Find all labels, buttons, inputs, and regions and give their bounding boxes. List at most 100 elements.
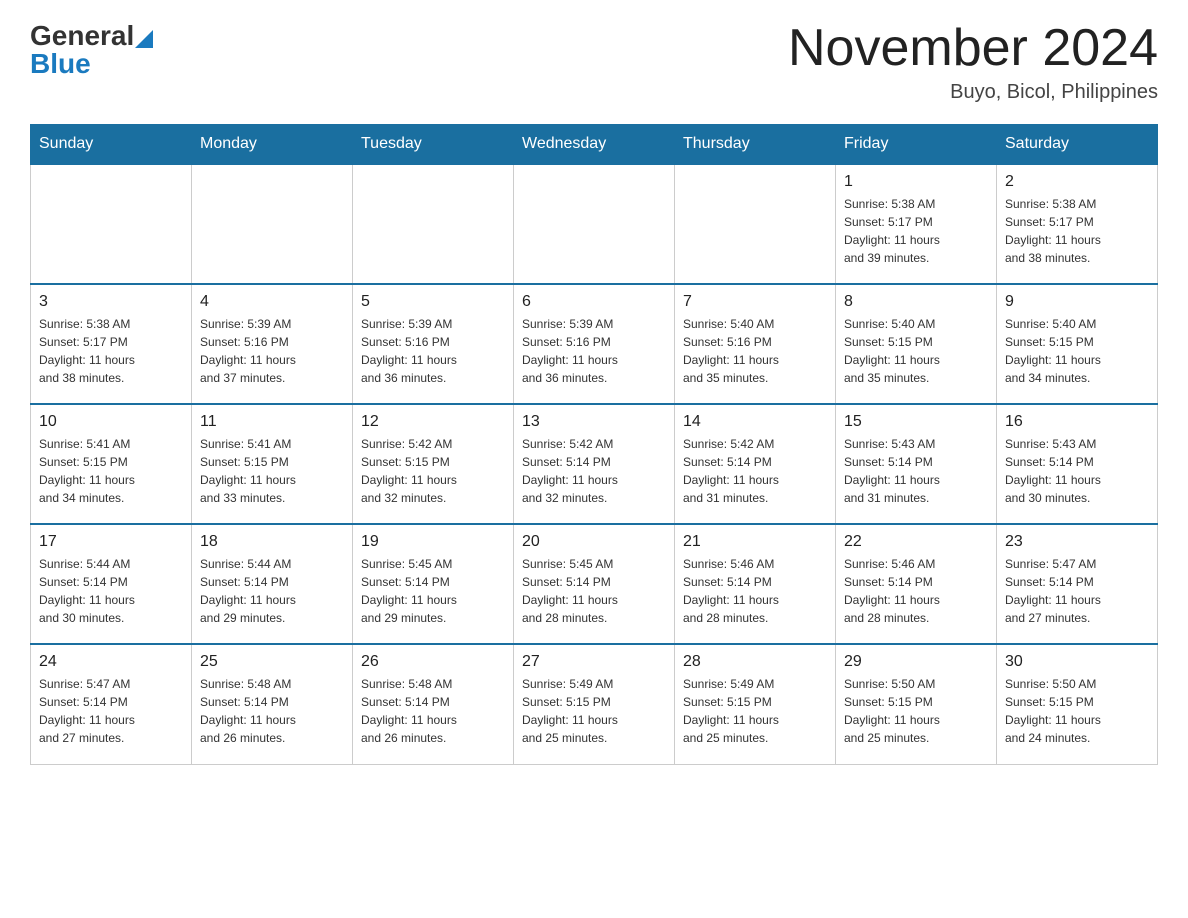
day-number: 14 <box>683 413 827 431</box>
day-number: 17 <box>39 533 183 551</box>
day-info: Sunrise: 5:48 AM Sunset: 5:14 PM Dayligh… <box>361 675 505 747</box>
day-info: Sunrise: 5:48 AM Sunset: 5:14 PM Dayligh… <box>200 675 344 747</box>
day-info: Sunrise: 5:43 AM Sunset: 5:14 PM Dayligh… <box>844 435 988 507</box>
calendar-day-cell: 23 Sunrise: 5:47 AM Sunset: 5:14 PM Dayli… <box>997 524 1158 644</box>
day-of-week-header: Saturday <box>997 125 1158 165</box>
calendar-day-cell: 8Sunrise: 5:40 AM Sunset: 5:15 PM Daylig… <box>836 284 997 404</box>
day-number: 19 <box>361 533 505 551</box>
day-info: Sunrise: 5:46 AM Sunset: 5:14 PM Dayligh… <box>683 555 827 627</box>
day-info: Sunrise: 5:43 AM Sunset: 5:14 PM Dayligh… <box>1005 435 1149 507</box>
calendar-day-cell: 6 Sunrise: 5:39 AM Sunset: 5:16 PM Daylig… <box>514 284 675 404</box>
day-number: 27 <box>522 653 666 671</box>
calendar-day-cell: 10Sunrise: 5:41 AM Sunset: 5:15 PM Dayli… <box>31 404 192 524</box>
calendar-day-cell: 13Sunrise: 5:42 AM Sunset: 5:14 PM Dayli… <box>514 404 675 524</box>
day-info: Sunrise: 5:45 AM Sunset: 5:14 PM Dayligh… <box>522 555 666 627</box>
calendar-week-row: 24 Sunrise: 5:47 AM Sunset: 5:14 PM Dayli… <box>31 644 1158 764</box>
calendar-week-row: 1 Sunrise: 5:38 AM Sunset: 5:17 PM Daylig… <box>31 164 1158 284</box>
day-info: Sunrise: 5:40 AM Sunset: 5:15 PM Dayligh… <box>1005 315 1149 387</box>
calendar-day-cell: 28 Sunrise: 5:49 AM Sunset: 5:15 PM Dayli… <box>675 644 836 764</box>
day-info: Sunrise: 5:44 AM Sunset: 5:14 PM Dayligh… <box>39 555 183 627</box>
day-number: 22 <box>844 533 988 551</box>
day-number: 23 <box>1005 533 1149 551</box>
day-number: 29 <box>844 653 988 671</box>
calendar-day-cell: 17 Sunrise: 5:44 AM Sunset: 5:14 PM Dayli… <box>31 524 192 644</box>
day-number: 7 <box>683 293 827 311</box>
calendar-day-cell: 25Sunrise: 5:48 AM Sunset: 5:14 PM Dayli… <box>192 644 353 764</box>
month-title: November 2024 <box>788 20 1158 77</box>
day-number: 15 <box>844 413 988 431</box>
calendar-day-cell: 29 Sunrise: 5:50 AM Sunset: 5:15 PM Dayli… <box>836 644 997 764</box>
calendar-day-cell: 20 Sunrise: 5:45 AM Sunset: 5:14 PM Dayli… <box>514 524 675 644</box>
day-number: 18 <box>200 533 344 551</box>
calendar-table: SundayMondayTuesdayWednesdayThursdayFrid… <box>30 124 1158 765</box>
calendar-day-cell: 18 Sunrise: 5:44 AM Sunset: 5:14 PM Dayli… <box>192 524 353 644</box>
day-number: 11 <box>200 413 344 431</box>
calendar-header-row: SundayMondayTuesdayWednesdayThursdayFrid… <box>31 125 1158 165</box>
day-info: Sunrise: 5:44 AM Sunset: 5:14 PM Dayligh… <box>200 555 344 627</box>
day-info: Sunrise: 5:47 AM Sunset: 5:14 PM Dayligh… <box>1005 555 1149 627</box>
day-number: 1 <box>844 173 988 191</box>
day-info: Sunrise: 5:50 AM Sunset: 5:15 PM Dayligh… <box>844 675 988 747</box>
calendar-day-cell: 19 Sunrise: 5:45 AM Sunset: 5:14 PM Dayli… <box>353 524 514 644</box>
calendar-day-cell <box>31 164 192 284</box>
day-number: 6 <box>522 293 666 311</box>
calendar-day-cell: 27 Sunrise: 5:49 AM Sunset: 5:15 PM Dayli… <box>514 644 675 764</box>
day-info: Sunrise: 5:40 AM Sunset: 5:16 PM Dayligh… <box>683 315 827 387</box>
location-subtitle: Buyo, Bicol, Philippines <box>788 81 1158 104</box>
calendar-day-cell: 24 Sunrise: 5:47 AM Sunset: 5:14 PM Dayli… <box>31 644 192 764</box>
calendar-day-cell: 11 Sunrise: 5:41 AM Sunset: 5:15 PM Dayli… <box>192 404 353 524</box>
calendar-week-row: 17 Sunrise: 5:44 AM Sunset: 5:14 PM Dayli… <box>31 524 1158 644</box>
day-number: 24 <box>39 653 183 671</box>
calendar-day-cell: 14 Sunrise: 5:42 AM Sunset: 5:14 PM Dayli… <box>675 404 836 524</box>
calendar-day-cell: 7 Sunrise: 5:40 AM Sunset: 5:16 PM Daylig… <box>675 284 836 404</box>
title-block: November 2024 Buyo, Bicol, Philippines <box>788 20 1158 104</box>
calendar-day-cell <box>514 164 675 284</box>
day-number: 21 <box>683 533 827 551</box>
day-number: 26 <box>361 653 505 671</box>
logo: General Blue <box>30 20 153 80</box>
logo-triangle-icon <box>135 30 153 48</box>
calendar-day-cell: 2Sunrise: 5:38 AM Sunset: 5:17 PM Daylig… <box>997 164 1158 284</box>
day-of-week-header: Wednesday <box>514 125 675 165</box>
calendar-day-cell: 22 Sunrise: 5:46 AM Sunset: 5:14 PM Dayli… <box>836 524 997 644</box>
calendar-day-cell <box>192 164 353 284</box>
day-of-week-header: Thursday <box>675 125 836 165</box>
day-info: Sunrise: 5:40 AM Sunset: 5:15 PM Dayligh… <box>844 315 988 387</box>
day-number: 12 <box>361 413 505 431</box>
day-info: Sunrise: 5:41 AM Sunset: 5:15 PM Dayligh… <box>200 435 344 507</box>
day-number: 3 <box>39 293 183 311</box>
day-number: 10 <box>39 413 183 431</box>
day-info: Sunrise: 5:39 AM Sunset: 5:16 PM Dayligh… <box>522 315 666 387</box>
day-info: Sunrise: 5:47 AM Sunset: 5:14 PM Dayligh… <box>39 675 183 747</box>
day-info: Sunrise: 5:50 AM Sunset: 5:15 PM Dayligh… <box>1005 675 1149 747</box>
calendar-day-cell: 9 Sunrise: 5:40 AM Sunset: 5:15 PM Daylig… <box>997 284 1158 404</box>
calendar-day-cell: 5Sunrise: 5:39 AM Sunset: 5:16 PM Daylig… <box>353 284 514 404</box>
day-info: Sunrise: 5:39 AM Sunset: 5:16 PM Dayligh… <box>361 315 505 387</box>
logo-blue-text: Blue <box>30 48 153 80</box>
calendar-day-cell <box>675 164 836 284</box>
day-number: 16 <box>1005 413 1149 431</box>
day-of-week-header: Friday <box>836 125 997 165</box>
day-number: 28 <box>683 653 827 671</box>
calendar-week-row: 3 Sunrise: 5:38 AM Sunset: 5:17 PM Daylig… <box>31 284 1158 404</box>
day-info: Sunrise: 5:42 AM Sunset: 5:14 PM Dayligh… <box>522 435 666 507</box>
day-info: Sunrise: 5:49 AM Sunset: 5:15 PM Dayligh… <box>522 675 666 747</box>
calendar-day-cell: 3 Sunrise: 5:38 AM Sunset: 5:17 PM Daylig… <box>31 284 192 404</box>
calendar-week-row: 10 Sunrise: 5:41 AM Sunset: 5:15 PM Dayli… <box>31 404 1158 524</box>
day-info: Sunrise: 5:38 AM Sunset: 5:17 PM Dayligh… <box>1005 195 1149 267</box>
day-info: Sunrise: 5:42 AM Sunset: 5:15 PM Dayligh… <box>361 435 505 507</box>
day-info: Sunrise: 5:42 AM Sunset: 5:14 PM Dayligh… <box>683 435 827 507</box>
day-info: Sunrise: 5:38 AM Sunset: 5:17 PM Dayligh… <box>844 195 988 267</box>
day-number: 4 <box>200 293 344 311</box>
day-info: Sunrise: 5:49 AM Sunset: 5:15 PM Dayligh… <box>683 675 827 747</box>
day-info: Sunrise: 5:46 AM Sunset: 5:14 PM Dayligh… <box>844 555 988 627</box>
day-of-week-header: Monday <box>192 125 353 165</box>
day-number: 30 <box>1005 653 1149 671</box>
calendar-day-cell: 4Sunrise: 5:39 AM Sunset: 5:16 PM Daylig… <box>192 284 353 404</box>
calendar-day-cell: 15 Sunrise: 5:43 AM Sunset: 5:14 PM Dayli… <box>836 404 997 524</box>
day-of-week-header: Tuesday <box>353 125 514 165</box>
day-number: 20 <box>522 533 666 551</box>
day-info: Sunrise: 5:38 AM Sunset: 5:17 PM Dayligh… <box>39 315 183 387</box>
day-number: 9 <box>1005 293 1149 311</box>
day-info: Sunrise: 5:45 AM Sunset: 5:14 PM Dayligh… <box>361 555 505 627</box>
